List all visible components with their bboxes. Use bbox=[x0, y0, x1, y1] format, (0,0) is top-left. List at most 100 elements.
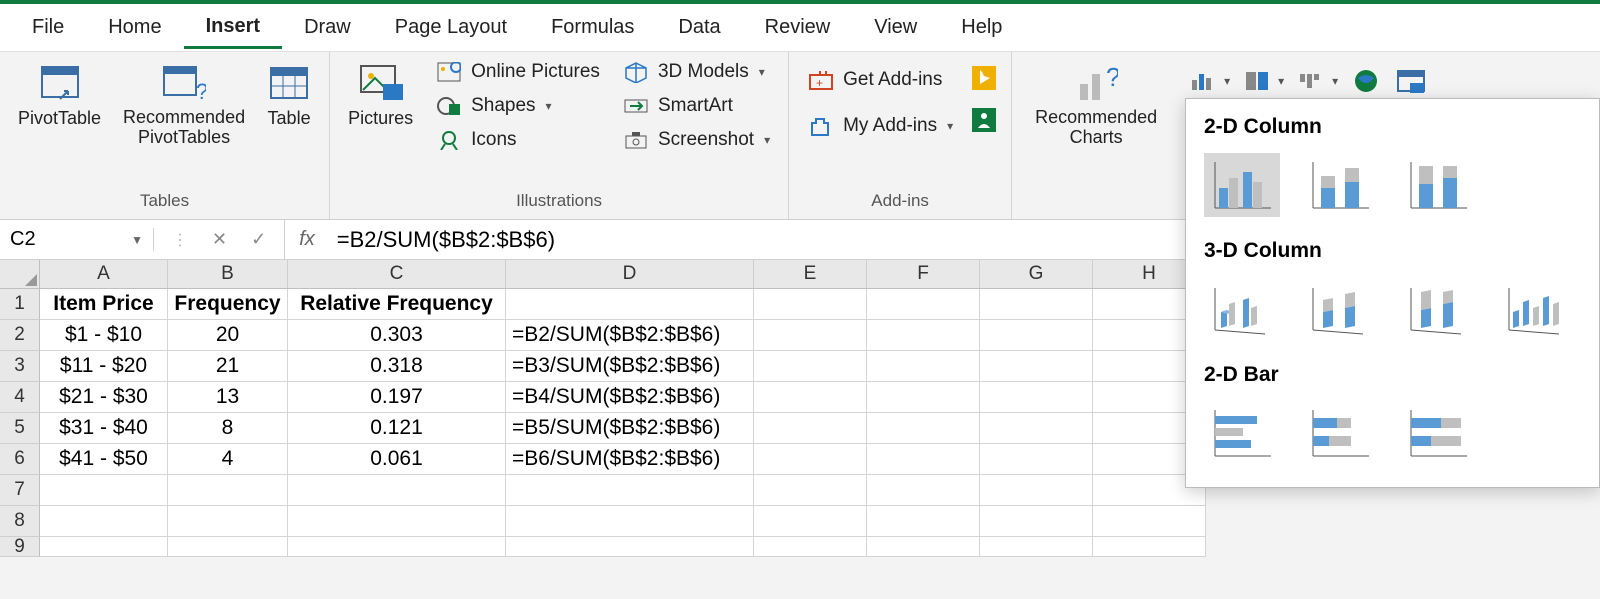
pivotchart-button[interactable] bbox=[1396, 69, 1426, 93]
name-box[interactable]: C2 ▼ bbox=[0, 228, 154, 251]
column-chart-dropdown[interactable]: ▾ bbox=[1190, 70, 1230, 92]
cell[interactable] bbox=[980, 351, 1093, 382]
cell[interactable]: 0.318 bbox=[288, 351, 506, 382]
cell[interactable] bbox=[980, 475, 1093, 506]
row-header[interactable]: 5 bbox=[0, 413, 40, 444]
screenshot-button[interactable]: Screenshot ▾ bbox=[618, 126, 774, 154]
cell[interactable] bbox=[288, 506, 506, 537]
col-header-b[interactable]: B bbox=[168, 260, 288, 288]
cell[interactable]: $11 - $20 bbox=[40, 351, 168, 382]
online-pictures-button[interactable]: Online Pictures bbox=[431, 58, 604, 86]
cell[interactable]: 21 bbox=[168, 351, 288, 382]
cell[interactable]: Relative Frequency bbox=[288, 289, 506, 320]
fx-icon[interactable]: fx bbox=[285, 228, 329, 251]
enter-icon[interactable]: ✓ bbox=[251, 229, 266, 250]
menu-draw[interactable]: Draw bbox=[282, 8, 373, 47]
recommended-charts-button[interactable]: ? Recommended Charts bbox=[1026, 58, 1166, 154]
cell[interactable]: =B3/SUM($B$2:$B$6) bbox=[506, 351, 754, 382]
clustered-bar-option[interactable] bbox=[1204, 401, 1280, 465]
menu-help[interactable]: Help bbox=[939, 8, 1024, 47]
cell[interactable] bbox=[867, 351, 980, 382]
cell[interactable] bbox=[754, 475, 867, 506]
cancel-icon[interactable]: ✕ bbox=[212, 229, 227, 250]
smartart-button[interactable]: SmartArt bbox=[618, 92, 774, 120]
cell[interactable] bbox=[168, 537, 288, 557]
col-header-a[interactable]: A bbox=[40, 260, 168, 288]
stacked-bar-option[interactable] bbox=[1302, 401, 1378, 465]
line-chart-dropdown[interactable]: ▾ bbox=[1244, 70, 1284, 92]
cell[interactable] bbox=[867, 537, 980, 557]
menu-insert[interactable]: Insert bbox=[184, 7, 282, 49]
bar-chart-dropdown[interactable]: ▾ bbox=[1298, 70, 1338, 92]
cell[interactable] bbox=[980, 289, 1093, 320]
row-header[interactable]: 3 bbox=[0, 351, 40, 382]
cell[interactable]: 8 bbox=[168, 413, 288, 444]
cell[interactable] bbox=[288, 537, 506, 557]
menu-view[interactable]: View bbox=[852, 8, 939, 47]
cell[interactable] bbox=[754, 506, 867, 537]
col-header-c[interactable]: C bbox=[288, 260, 506, 288]
stacked-column-option[interactable] bbox=[1302, 153, 1378, 217]
my-addins-button[interactable]: My Add-ins ▾ bbox=[803, 112, 957, 140]
cell[interactable] bbox=[980, 382, 1093, 413]
cell[interactable]: =B4/SUM($B$2:$B$6) bbox=[506, 382, 754, 413]
cell[interactable]: =B6/SUM($B$2:$B$6) bbox=[506, 444, 754, 475]
cell[interactable]: 0.303 bbox=[288, 320, 506, 351]
cell[interactable] bbox=[867, 444, 980, 475]
cell[interactable]: 0.197 bbox=[288, 382, 506, 413]
row-header[interactable]: 1 bbox=[0, 289, 40, 320]
cell[interactable]: 0.061 bbox=[288, 444, 506, 475]
cell[interactable] bbox=[980, 413, 1093, 444]
cell[interactable] bbox=[867, 289, 980, 320]
cell[interactable] bbox=[867, 413, 980, 444]
cell[interactable] bbox=[506, 537, 754, 557]
menu-data[interactable]: Data bbox=[656, 8, 742, 47]
cell[interactable] bbox=[754, 537, 867, 557]
select-all-corner[interactable] bbox=[0, 260, 40, 288]
cell[interactable]: 0.121 bbox=[288, 413, 506, 444]
cell[interactable]: 20 bbox=[168, 320, 288, 351]
row-header[interactable]: 4 bbox=[0, 382, 40, 413]
cell[interactable]: 4 bbox=[168, 444, 288, 475]
row-header[interactable]: 9 bbox=[0, 537, 40, 557]
3d-clustered-column-option[interactable] bbox=[1204, 277, 1280, 341]
menu-file[interactable]: File bbox=[10, 8, 86, 47]
col-header-f[interactable]: F bbox=[867, 260, 980, 288]
cell[interactable] bbox=[40, 537, 168, 557]
pictures-button[interactable]: Pictures bbox=[344, 58, 417, 135]
cell[interactable] bbox=[754, 320, 867, 351]
cell[interactable]: $31 - $40 bbox=[40, 413, 168, 444]
100-stacked-column-option[interactable] bbox=[1400, 153, 1476, 217]
cell[interactable] bbox=[754, 444, 867, 475]
cell[interactable]: $1 - $10 bbox=[40, 320, 168, 351]
cell[interactable] bbox=[980, 537, 1093, 557]
cell[interactable]: $21 - $30 bbox=[40, 382, 168, 413]
3d-models-button[interactable]: 3D Models ▾ bbox=[618, 58, 774, 86]
cell[interactable] bbox=[506, 506, 754, 537]
cell[interactable]: Frequency bbox=[168, 289, 288, 320]
pivottable-button[interactable]: PivotTable bbox=[14, 58, 105, 135]
people-graph-icon[interactable] bbox=[971, 108, 997, 132]
cell[interactable] bbox=[1093, 537, 1206, 557]
shapes-button[interactable]: Shapes ▾ bbox=[431, 92, 604, 120]
col-header-g[interactable]: G bbox=[980, 260, 1093, 288]
cell[interactable] bbox=[754, 413, 867, 444]
cell[interactable] bbox=[40, 506, 168, 537]
cell[interactable] bbox=[980, 506, 1093, 537]
row-header[interactable]: 8 bbox=[0, 506, 40, 537]
row-header[interactable]: 7 bbox=[0, 475, 40, 506]
cell[interactable]: 13 bbox=[168, 382, 288, 413]
menu-formulas[interactable]: Formulas bbox=[529, 8, 656, 47]
col-header-d[interactable]: D bbox=[506, 260, 754, 288]
100-stacked-bar-option[interactable] bbox=[1400, 401, 1476, 465]
cell[interactable] bbox=[40, 475, 168, 506]
cell[interactable]: =B2/SUM($B$2:$B$6) bbox=[506, 320, 754, 351]
cell[interactable] bbox=[867, 382, 980, 413]
icons-button[interactable]: Icons bbox=[431, 126, 604, 154]
bing-icon[interactable] bbox=[971, 66, 997, 90]
menu-review[interactable]: Review bbox=[743, 8, 853, 47]
cell[interactable] bbox=[980, 320, 1093, 351]
cell[interactable] bbox=[506, 289, 754, 320]
table-button[interactable]: Table bbox=[263, 58, 315, 135]
cell[interactable] bbox=[754, 382, 867, 413]
